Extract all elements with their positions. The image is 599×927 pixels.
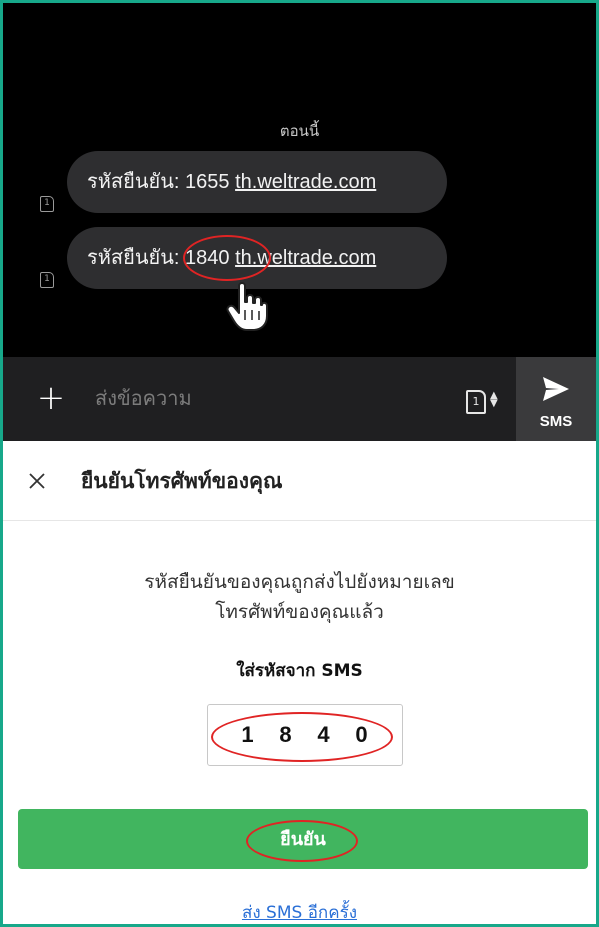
message-bubble[interactable]: รหัสยืนยัน: 1655 th.weltrade.com xyxy=(67,151,447,213)
add-attachment-button[interactable]: + xyxy=(35,381,67,415)
sim-card-icon: 1 xyxy=(40,272,54,288)
confirm-highlight-oval xyxy=(246,820,358,862)
screenshot-frame: ตอนนี้ 1 รหัสยืนยัน: 1655 th.weltrade.co… xyxy=(0,0,599,927)
modal-header: ยืนยันโทรศัพท์ของคุณ xyxy=(3,441,596,521)
modal-description: รหัสยืนยันของคุณถูกส่งไปยังหมายเลข โทรศั… xyxy=(3,567,596,627)
description-line: โทรศัพท์ของคุณแล้ว xyxy=(215,601,384,623)
sim-switch-button[interactable]: 1 xyxy=(466,390,486,414)
sms-app: ตอนนี้ 1 รหัสยืนยัน: 1655 th.weltrade.co… xyxy=(3,3,596,441)
hand-pointer-icon xyxy=(226,282,268,331)
send-sms-label: SMS xyxy=(539,413,573,430)
message-timestamp: ตอนนี้ xyxy=(279,122,320,140)
code-input-highlight-oval xyxy=(211,712,393,762)
description-line: รหัสยืนยันของคุณถูกส่งไปยังหมายเลข xyxy=(144,571,455,593)
message-row: 1 รหัสยืนยัน: 1655 th.weltrade.com xyxy=(3,151,596,213)
modal-title: ยืนยันโทรศัพท์ของคุณ xyxy=(81,469,283,493)
resend-sms-link[interactable]: ส่ง SMS อีกครั้ง xyxy=(3,901,596,924)
sim-card-icon: 1 xyxy=(40,196,54,212)
message-row: 1 รหัสยืนยัน: 1840 th.weltrade.com xyxy=(3,227,596,289)
send-icon xyxy=(543,377,569,401)
message-link[interactable]: th.weltrade.com xyxy=(235,171,376,193)
code-label: ใส่รหัสจาก SMS xyxy=(236,661,363,681)
verify-phone-modal: ยืนยันโทรศัพท์ของคุณ รหัสยืนยันของคุณถูก… xyxy=(3,441,596,924)
send-sms-button[interactable]: SMS xyxy=(516,357,596,441)
sim-switch-arrows-icon: ▲ ▼ xyxy=(490,390,498,409)
message-input[interactable] xyxy=(95,379,435,419)
close-button[interactable] xyxy=(21,465,53,497)
message-compose-bar: + 1 ▲▼ SMS xyxy=(3,357,596,441)
code-highlight-oval xyxy=(183,235,271,281)
message-prefix: รหัสยืนยัน: xyxy=(87,247,186,269)
message-code: 1655 xyxy=(185,171,230,193)
close-icon xyxy=(29,473,45,489)
message-prefix: รหัสยืนยัน: xyxy=(87,171,186,193)
